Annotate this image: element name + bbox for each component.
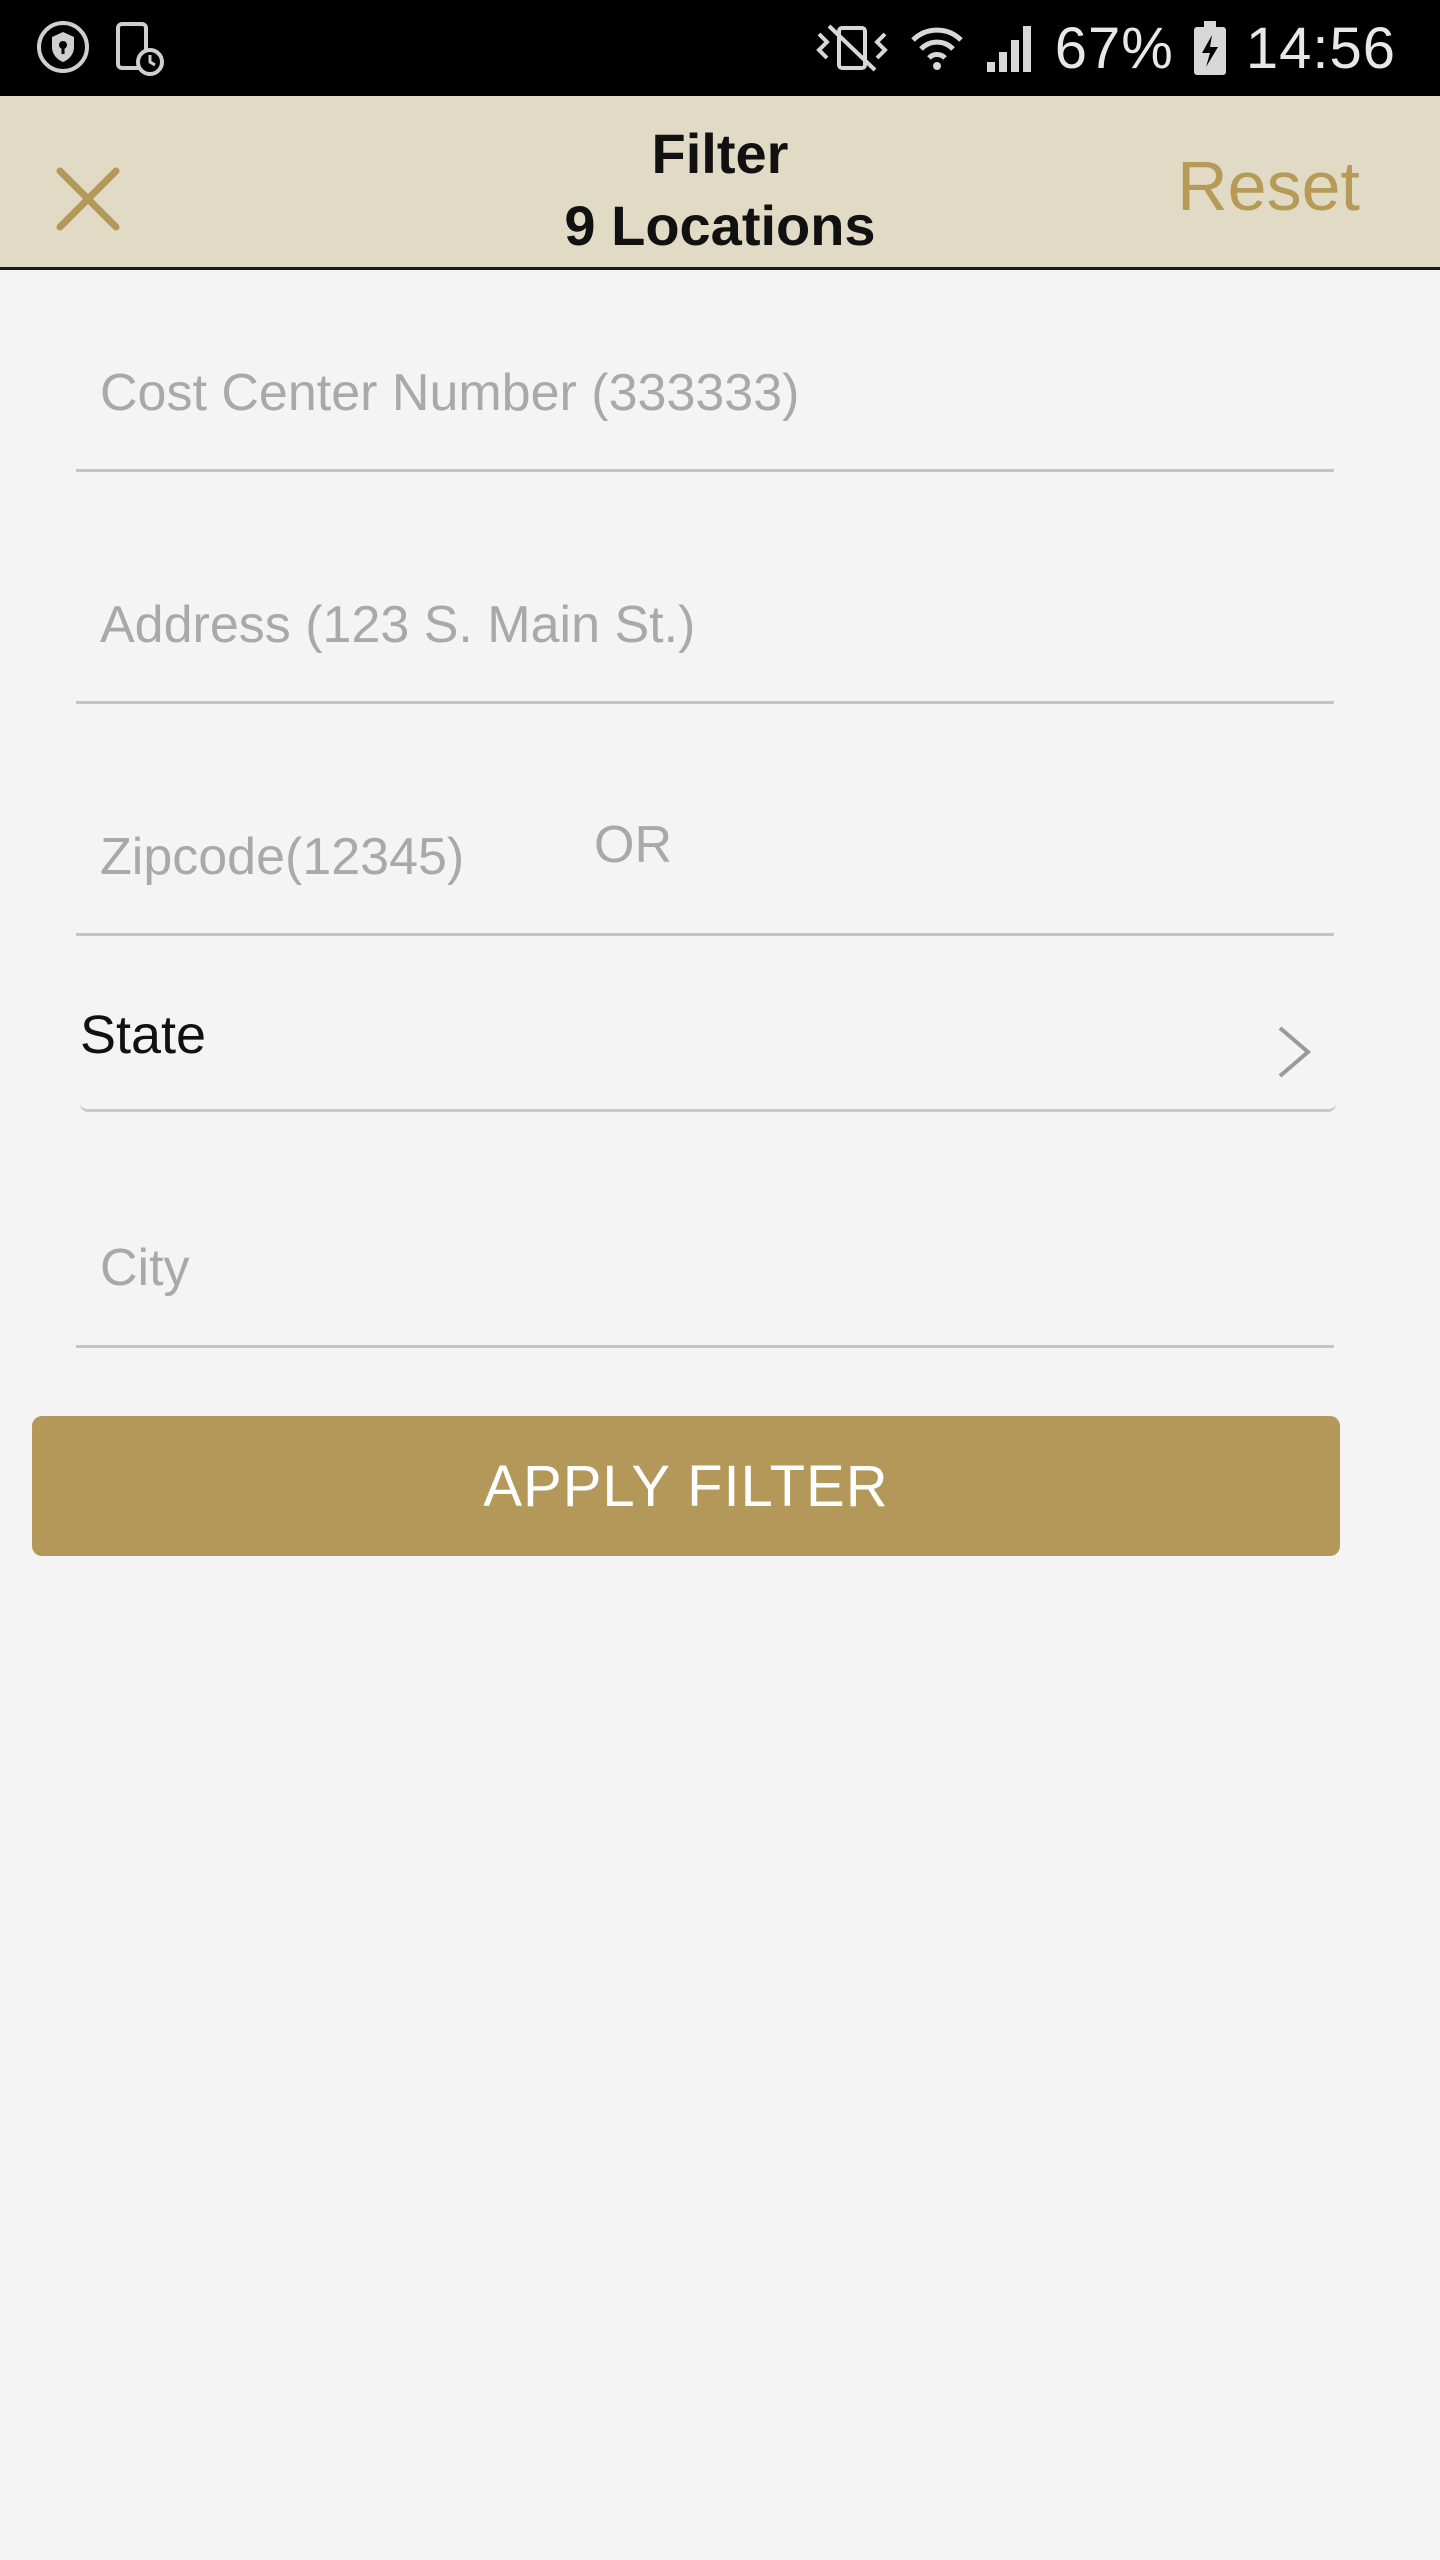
address-field bbox=[76, 548, 1334, 704]
device-clock-icon bbox=[112, 18, 166, 76]
or-label: OR bbox=[594, 816, 672, 874]
zipcode-field: OR bbox=[76, 780, 1334, 936]
battery-percent: 67% bbox=[1054, 15, 1174, 81]
wifi-icon bbox=[909, 20, 965, 76]
state-label: State bbox=[80, 1005, 207, 1065]
chevron-right-icon bbox=[1278, 1026, 1312, 1078]
city-field bbox=[76, 1190, 1334, 1348]
apply-filter-button[interactable]: APPLY FILTER bbox=[32, 1416, 1340, 1556]
status-time: 14:56 bbox=[1245, 15, 1396, 81]
cost-center-input[interactable] bbox=[76, 316, 1334, 469]
cost-center-field bbox=[76, 316, 1334, 472]
battery-icon bbox=[1192, 19, 1228, 77]
state-selector[interactable]: State bbox=[80, 990, 1336, 1112]
signal-icon bbox=[983, 20, 1037, 76]
vibrate-icon bbox=[813, 20, 891, 76]
filter-header: Filter 9 Locations Reset bbox=[0, 96, 1440, 270]
status-bar-left bbox=[36, 18, 166, 76]
reset-button[interactable]: Reset bbox=[1177, 141, 1360, 231]
status-bar-right: 67% 14:56 bbox=[813, 10, 1396, 86]
zipcode-input-wrap bbox=[76, 780, 546, 933]
address-input[interactable] bbox=[76, 548, 1334, 701]
zipcode-input[interactable] bbox=[76, 780, 546, 933]
status-bar: 67% 14:56 bbox=[0, 0, 1440, 96]
city-input[interactable] bbox=[76, 1190, 1334, 1345]
shield-icon bbox=[36, 20, 90, 74]
